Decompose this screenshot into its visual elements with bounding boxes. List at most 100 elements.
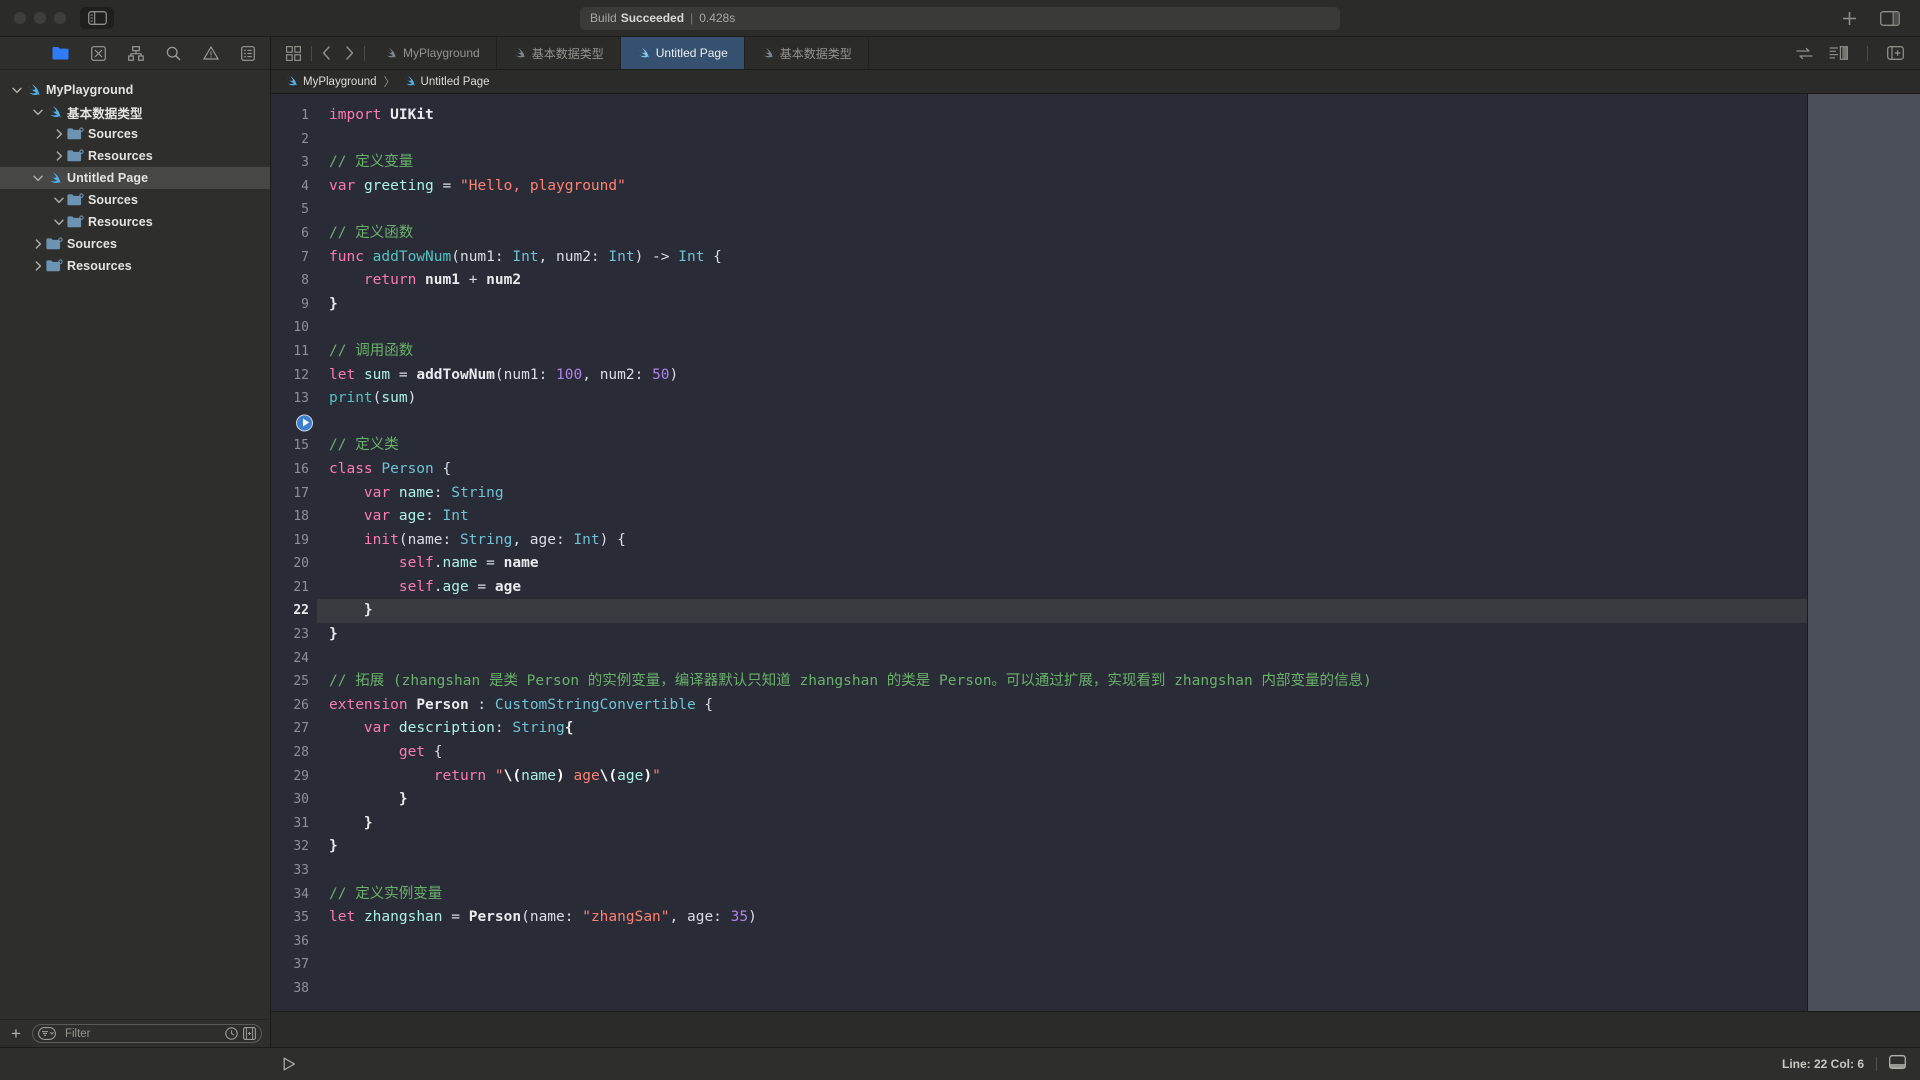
add-editor-icon[interactable]	[1887, 46, 1904, 60]
code-line[interactable]: extension Person : CustomStringConvertib…	[317, 694, 1807, 718]
execute-line-button[interactable]	[296, 414, 313, 432]
tab-grid-icon[interactable]	[279, 45, 308, 61]
tree-item-sources[interactable]: Sources	[0, 123, 270, 145]
code-line[interactable]: // 定义变量	[317, 151, 1807, 175]
line-number[interactable]: 4	[271, 175, 317, 199]
folder-icon[interactable]	[52, 46, 69, 60]
warning-triangle-icon[interactable]	[203, 46, 219, 60]
chevron-right-icon[interactable]	[31, 239, 45, 249]
code-line[interactable]: self.age = age	[317, 576, 1807, 600]
code-line[interactable]: self.name = name	[317, 552, 1807, 576]
line-number[interactable]	[271, 411, 317, 435]
code-line[interactable]: init(name: String, age: Int) {	[317, 529, 1807, 553]
code-pane[interactable]: 1 2 3 4 5 6 7 8 9 10 11 12 13 15 16 17 18 19 20 21 22 23 24 25 2…	[271, 94, 1807, 1011]
code-line[interactable]: }	[317, 599, 1807, 624]
line-number[interactable]: 22	[271, 599, 317, 623]
code-line[interactable]	[317, 411, 1807, 435]
code-line[interactable]: var name: String	[317, 482, 1807, 506]
line-number[interactable]: 38	[271, 977, 317, 1001]
code-line[interactable]	[317, 647, 1807, 671]
code-line[interactable]	[317, 930, 1807, 954]
line-number[interactable]: 12	[271, 364, 317, 388]
line-number[interactable]: 36	[271, 930, 317, 954]
code-line[interactable]: let sum = addTowNum(num1: 100, num2: 50)	[317, 364, 1807, 388]
code-line[interactable]: let zhangshan = Person(name: "zhangSan",…	[317, 906, 1807, 930]
close-button[interactable]	[14, 12, 26, 24]
add-file-button[interactable]: +	[8, 1025, 24, 1042]
line-number[interactable]: 32	[271, 835, 317, 859]
line-number[interactable]: 16	[271, 458, 317, 482]
chevron-right-icon[interactable]	[338, 46, 361, 60]
line-number[interactable]: 33	[271, 859, 317, 883]
chevron-down-icon[interactable]	[31, 175, 45, 182]
line-number[interactable]: 17	[271, 482, 317, 506]
code-line[interactable]: var description: String{	[317, 717, 1807, 741]
line-number[interactable]: 26	[271, 694, 317, 718]
right-panel-icon[interactable]	[1880, 10, 1900, 26]
code-line[interactable]: var age: Int	[317, 505, 1807, 529]
code-line[interactable]: }	[317, 293, 1807, 317]
window-controls[interactable]	[0, 12, 66, 24]
debug-area-icon[interactable]	[1889, 1054, 1906, 1074]
search-icon[interactable]	[166, 46, 181, 61]
results-sidebar[interactable]	[1807, 94, 1920, 1011]
line-number[interactable]: 24	[271, 647, 317, 671]
code-line[interactable]: print(sum)	[317, 387, 1807, 411]
code-review-icon[interactable]	[1829, 46, 1848, 60]
tree-item-resources[interactable]: Resources	[0, 255, 270, 277]
line-number[interactable]: 19	[271, 529, 317, 553]
code-line[interactable]: return "\(name) age\(age)"	[317, 765, 1807, 789]
code-line[interactable]: }	[317, 623, 1807, 647]
tree-item-sources[interactable]: Sources	[0, 233, 270, 255]
clock-icon[interactable]	[225, 1027, 238, 1040]
source-control-icon[interactable]	[91, 45, 106, 61]
code-line[interactable]	[317, 953, 1807, 977]
tab-基本数据类型[interactable]: 基本数据类型	[497, 37, 621, 69]
code-line[interactable]: // 定义函数	[317, 222, 1807, 246]
plus-icon[interactable]	[1841, 10, 1858, 27]
tree-item-sources[interactable]: Sources	[0, 189, 270, 211]
line-number[interactable]: 23	[271, 623, 317, 647]
chevron-right-icon[interactable]	[52, 129, 66, 139]
breadcrumb-item-myplayground[interactable]: MyPlayground	[285, 75, 377, 88]
tab-untitled-page[interactable]: Untitled Page	[620, 37, 745, 69]
line-number[interactable]: 10	[271, 316, 317, 340]
line-number[interactable]: 27	[271, 717, 317, 741]
chevron-down-icon[interactable]	[31, 109, 45, 116]
tree-item-resources[interactable]: Resources	[0, 145, 270, 167]
line-number[interactable]: 8	[271, 269, 317, 293]
line-number[interactable]: 29	[271, 765, 317, 789]
code-line[interactable]	[317, 198, 1807, 222]
code-line[interactable]: class Person {	[317, 458, 1807, 482]
line-number[interactable]: 1	[271, 104, 317, 128]
hierarchy-icon[interactable]	[128, 45, 144, 61]
minimize-button[interactable]	[34, 12, 46, 24]
assistant-editor-icon[interactable]	[1796, 47, 1813, 60]
tree-item-resources[interactable]: Resources	[0, 211, 270, 233]
code-line[interactable]: var greeting = "Hello, playground"	[317, 175, 1807, 199]
line-number[interactable]: 34	[271, 883, 317, 907]
chevron-down-icon[interactable]	[52, 197, 66, 204]
line-number[interactable]: 3	[271, 151, 317, 175]
chevron-down-icon[interactable]	[52, 219, 66, 226]
source-control-filter-icon[interactable]	[243, 1027, 256, 1040]
sidebar-left-icon[interactable]	[80, 7, 114, 29]
line-number[interactable]: 11	[271, 340, 317, 364]
filter-scope-icon[interactable]	[37, 1027, 60, 1040]
line-number[interactable]: 37	[271, 953, 317, 977]
line-number[interactable]: 25	[271, 670, 317, 694]
chevron-down-icon[interactable]	[10, 87, 24, 94]
line-number[interactable]: 18	[271, 505, 317, 529]
line-number[interactable]: 15	[271, 434, 317, 458]
code-line[interactable]: import UIKit	[317, 104, 1807, 128]
report-icon[interactable]	[241, 45, 255, 61]
play-triangle-icon[interactable]	[271, 1057, 307, 1071]
code-line[interactable]: get {	[317, 741, 1807, 765]
line-number[interactable]: 35	[271, 906, 317, 930]
code-line[interactable]	[317, 859, 1807, 883]
line-number[interactable]: 21	[271, 576, 317, 600]
code-line[interactable]	[317, 316, 1807, 340]
code-lines[interactable]: import UIKit // 定义变量 var greeting = "Hell…	[317, 94, 1807, 1011]
line-number[interactable]: 2	[271, 128, 317, 152]
build-status-bar[interactable]: Build Succeeded | 0.428s	[580, 6, 1340, 30]
